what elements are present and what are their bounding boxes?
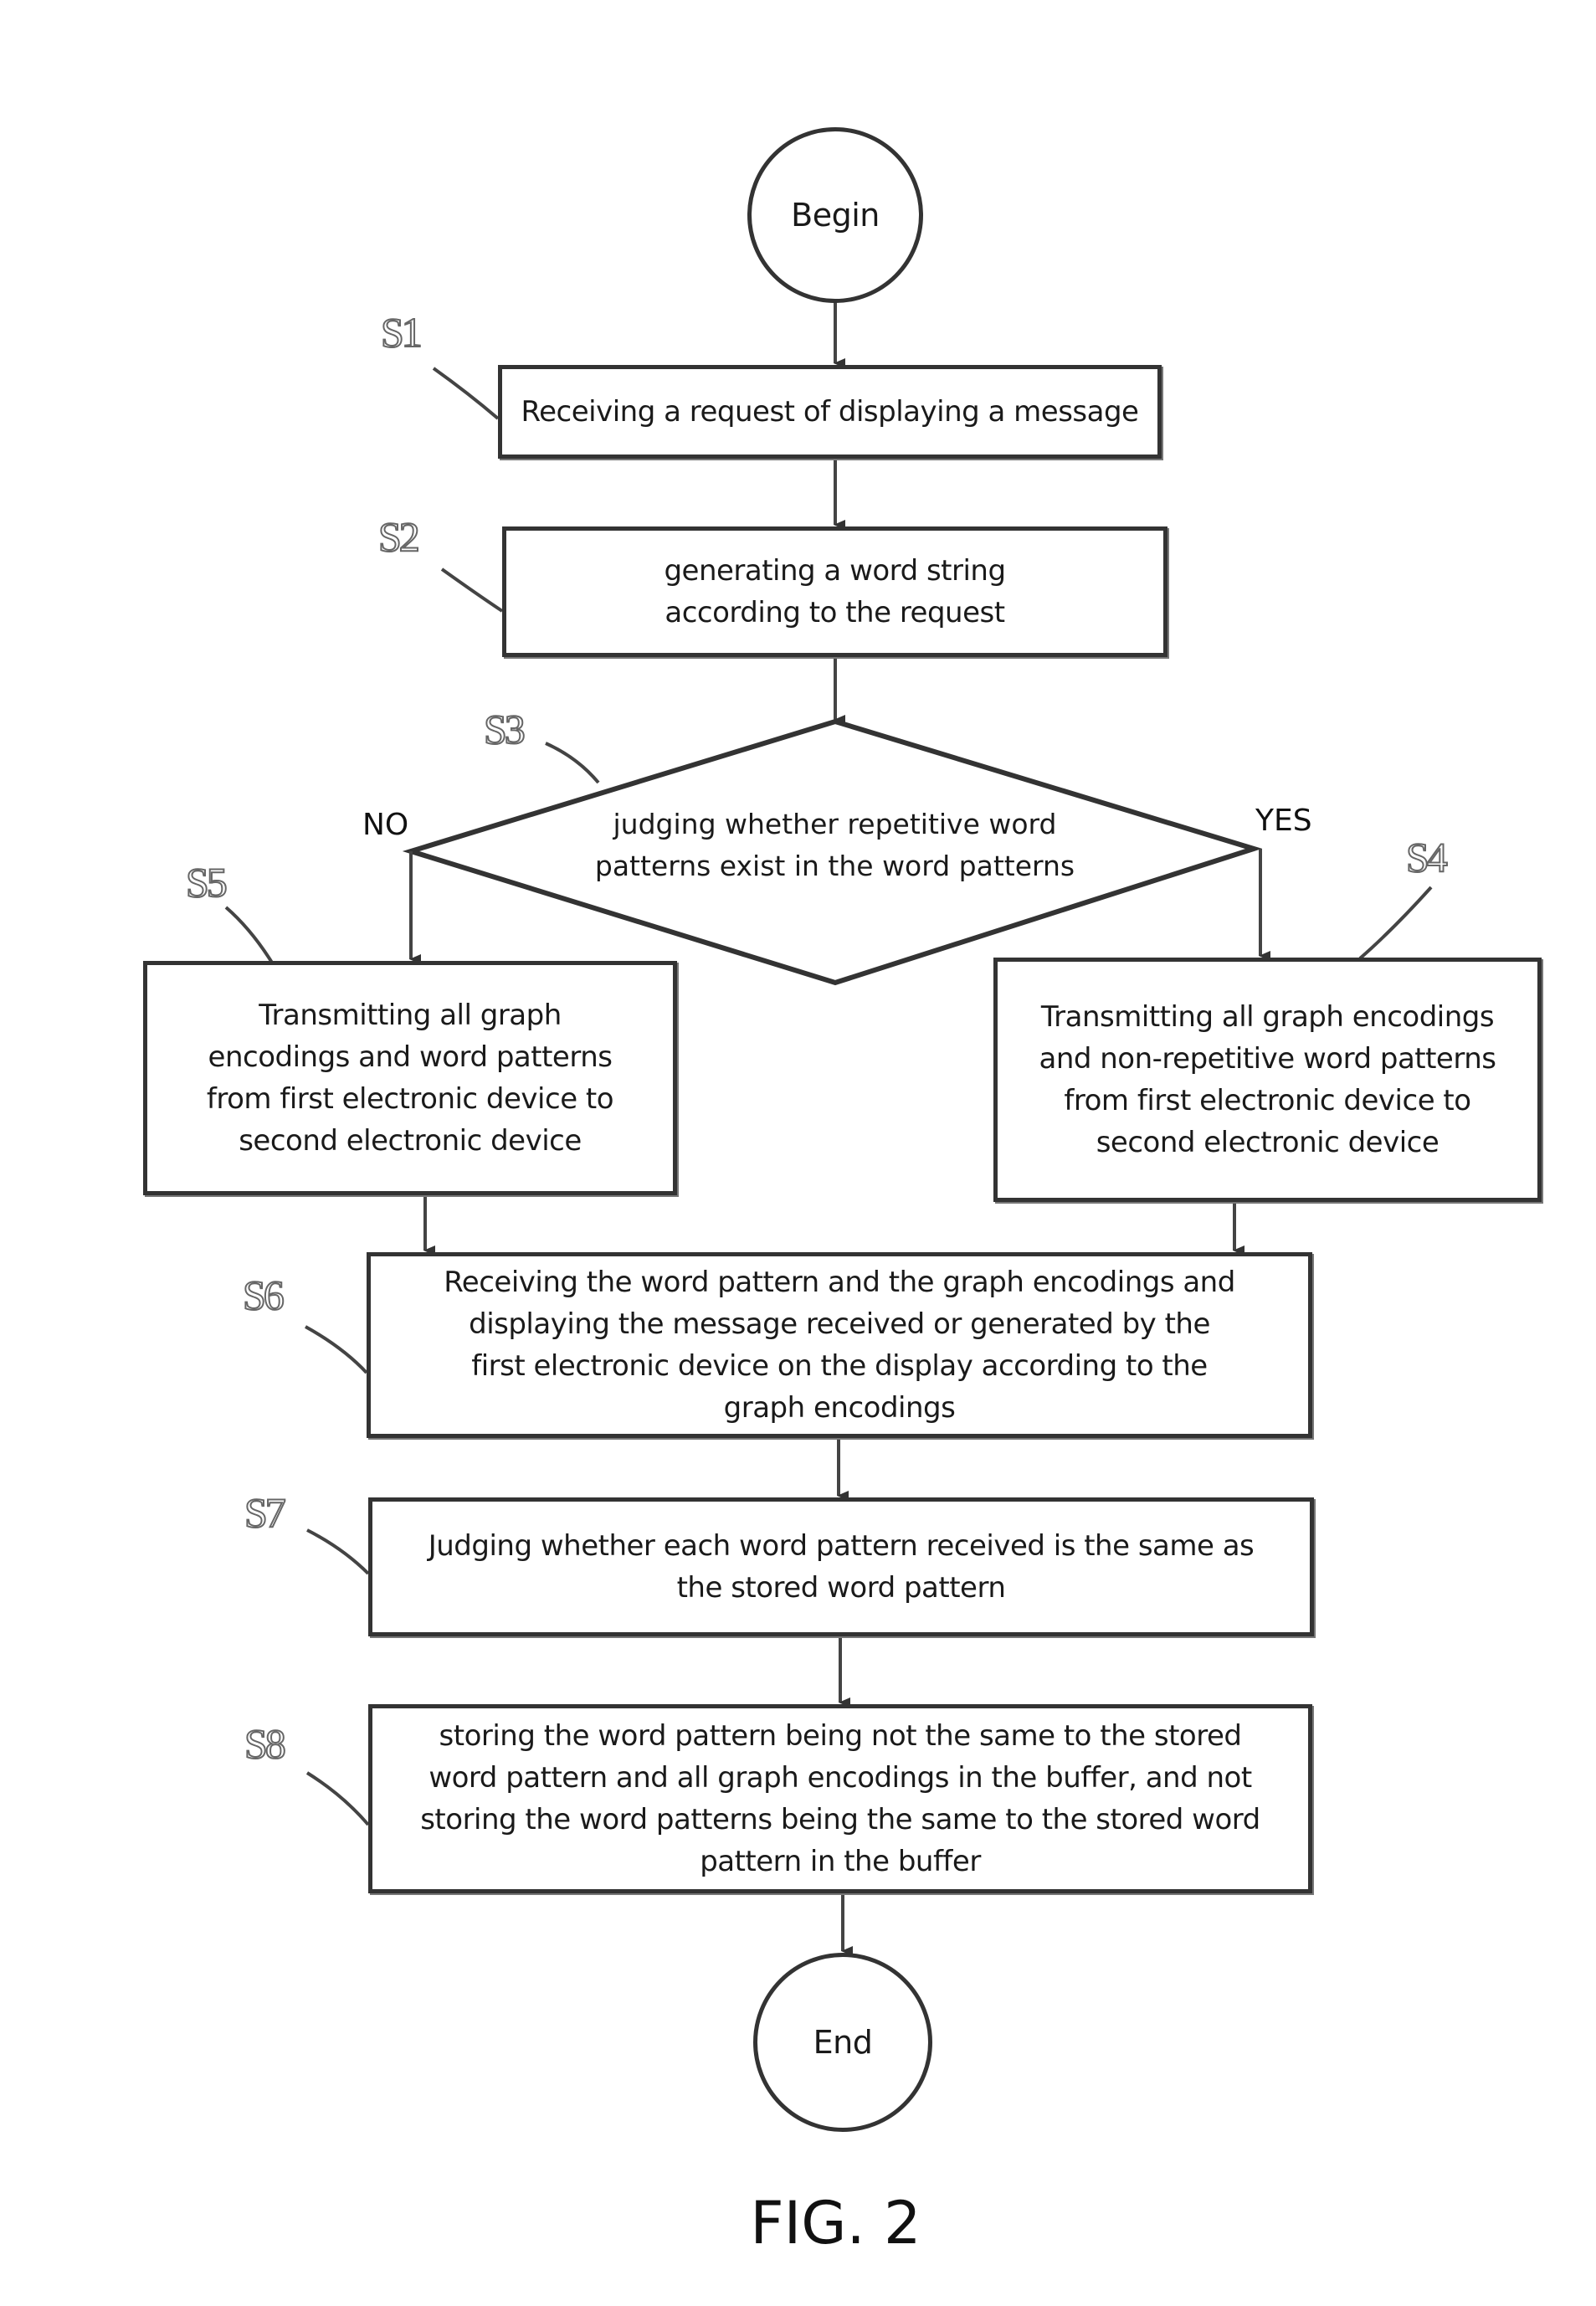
step-s5-label: S5 (185, 858, 228, 906)
begin-text: Begin (791, 197, 880, 234)
leader-s1 (432, 367, 500, 420)
leader-s4 (1358, 886, 1433, 960)
step-s4-text: Transmitting all graph encodings and non… (1039, 1000, 1496, 1159)
figure-caption: FIG. 2 (750, 2189, 921, 2257)
leader-s3 (545, 742, 600, 784)
step-s8-text: storing the word pattern being not the s… (420, 1719, 1260, 1878)
step-s5-text: Transmitting all graph encodings and wor… (206, 999, 614, 1158)
branch-yes-label: YES (1255, 804, 1312, 838)
step-s3-label: S3 (483, 705, 526, 753)
step-s2-label: S2 (377, 512, 421, 561)
begin-node: Begin (747, 127, 923, 303)
step-s5-box: Transmitting all graph encodings and wor… (143, 961, 677, 1195)
step-s1-text: Receiving a request of displaying a mess… (521, 395, 1139, 429)
step-s7-box: Judging whether each word pattern receiv… (368, 1497, 1314, 1636)
end-text: End (813, 2024, 873, 2061)
step-s6-text: Receiving the word pattern and the graph… (444, 1266, 1235, 1425)
step-s7-label: S7 (244, 1488, 287, 1537)
step-s2-box: generating a word string according to th… (502, 526, 1167, 657)
step-s4-box: Transmitting all graph encodings and non… (993, 958, 1542, 1202)
step-s1-label: S1 (380, 308, 423, 357)
leader-s6 (305, 1325, 368, 1374)
branch-no-label: NO (362, 808, 409, 842)
step-s2-text: generating a word string according to th… (664, 554, 1006, 629)
step-s8-label: S8 (244, 1719, 287, 1768)
step-s6-box: Receiving the word pattern and the graph… (367, 1252, 1312, 1438)
step-s6-label: S6 (242, 1271, 285, 1319)
step-s1-box: Receiving a request of displaying a mess… (498, 365, 1162, 459)
step-s4-label: S4 (1405, 833, 1449, 881)
end-node: End (753, 1953, 932, 2132)
step-s7-text: Judging whether each word pattern receiv… (428, 1529, 1255, 1605)
step-s8-box: storing the word pattern being not the s… (368, 1704, 1312, 1893)
leader-s7 (306, 1528, 370, 1575)
leader-s2 (440, 568, 504, 613)
leader-s8 (305, 1771, 370, 1826)
leader-s5 (224, 906, 274, 964)
step-s3-text: judging whether repetitive word patterns… (594, 808, 1075, 882)
